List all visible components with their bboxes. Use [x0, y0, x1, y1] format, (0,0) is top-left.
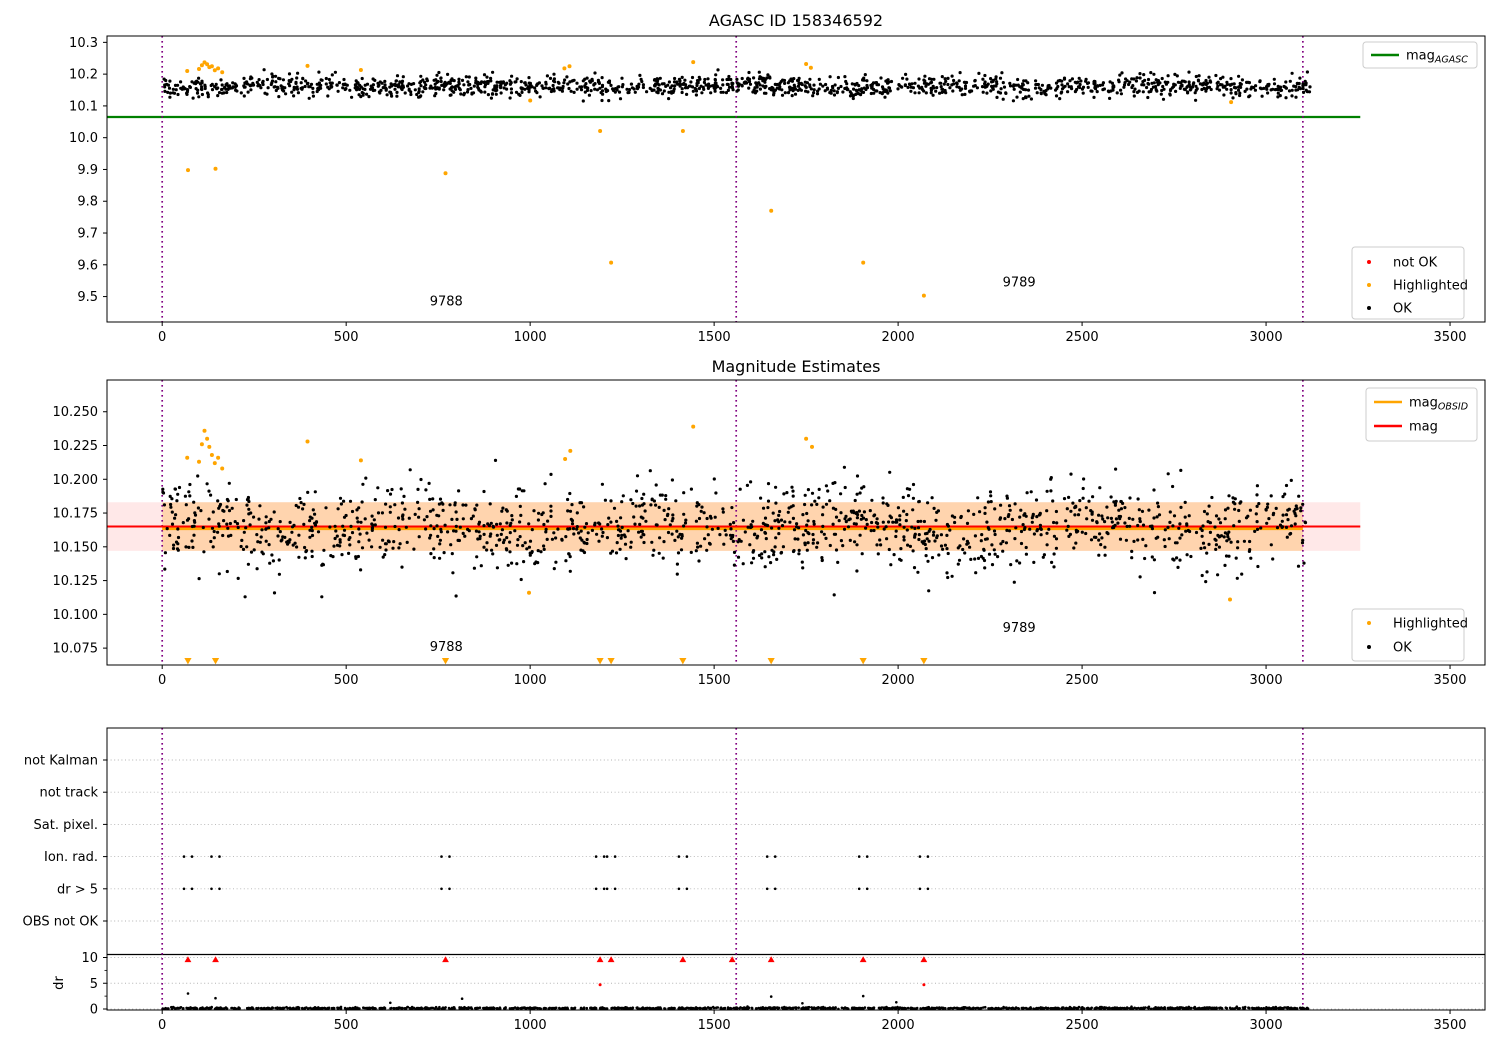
y-tick-label: 10.225 — [53, 439, 99, 454]
x-tick-label: 1000 — [514, 673, 547, 688]
x-tick-label: 3500 — [1433, 673, 1466, 688]
legend: magOBSIDmag — [1365, 387, 1478, 442]
y-tick-label: 9.8 — [77, 195, 98, 210]
legend-marker-sample — [1367, 306, 1371, 310]
y-tick-label: 10.150 — [53, 540, 99, 555]
legend-marker-sample — [1367, 260, 1371, 264]
flag-row-label: not Kalman — [24, 754, 98, 769]
x-tick-label: 1500 — [698, 1018, 731, 1033]
x-tick-label: 2500 — [1066, 673, 1099, 688]
x-tick-label: 500 — [334, 330, 359, 345]
highlighted-points — [185, 60, 1234, 298]
flag-row-label: Ion. rad. — [44, 850, 98, 865]
flag-row-label: not track — [39, 786, 98, 801]
top-panel-title: AGASC ID 158346592 — [709, 11, 883, 30]
legend-label: mag — [1409, 420, 1438, 435]
not-ok-clipped-marker — [596, 956, 604, 963]
legend: Highlighted OK — [1351, 608, 1468, 662]
axes-frame — [106, 727, 1486, 1011]
x-tick-label: 2000 — [882, 330, 915, 345]
panel-magnitude-estimates: 9788 9789 0 500 1000 1500 2000 2500 3000 3500 10.2… — [53, 379, 1486, 688]
dr-tick-label: 5 — [90, 977, 98, 992]
y-tick-label: 10.0 — [69, 131, 98, 146]
y-tick-label: 9.7 — [77, 227, 98, 242]
axes-frame — [106, 35, 1486, 323]
dr-spike-points — [186, 992, 898, 1005]
not-ok-clipped-marker — [859, 956, 867, 963]
legend-marker-sample — [1367, 621, 1371, 625]
figure: 9788 9789 0 500 1000 1500 2000 2500 3000 3500 10.3… — [0, 0, 1500, 1050]
y-tick-label: 10.250 — [53, 405, 99, 420]
x-tick-label: 3000 — [1250, 330, 1283, 345]
clipped-low-marker — [596, 658, 604, 665]
clipped-low-marker — [607, 658, 615, 665]
flag-row-label: Sat. pixel. — [34, 818, 98, 833]
legend-label: OK — [1393, 302, 1412, 317]
y-tick-label: 10.100 — [53, 608, 99, 623]
legend-label: OK — [1393, 641, 1412, 656]
x-tick-label: 3500 — [1433, 1018, 1466, 1033]
obsid-annotation: 9788 — [430, 294, 463, 309]
x-tick-label: 1000 — [514, 1018, 547, 1033]
legend-marker-sample — [1367, 645, 1371, 649]
x-tick-label: 500 — [334, 673, 359, 688]
clipped-low-marker — [184, 658, 192, 665]
flag-row-label: OBS not OK — [23, 915, 99, 930]
dr-tick-label: 0 — [90, 1003, 98, 1018]
x-tick-label: 1500 — [698, 330, 731, 345]
not-ok-clipped-marker — [607, 956, 615, 963]
x-tick-label: 2500 — [1066, 330, 1099, 345]
flag-event-points — [182, 855, 930, 891]
x-tick-label: 3500 — [1433, 330, 1466, 345]
legend: magAGASC — [1362, 41, 1478, 69]
x-tick-label: 3000 — [1250, 1018, 1283, 1033]
y-tick-label: 10.125 — [53, 574, 99, 589]
dr-points — [161, 1005, 1310, 1011]
legend-label: Highlighted — [1393, 279, 1468, 294]
legend-marker-sample — [1367, 283, 1371, 287]
panel-flags-dr: not Kalman not track Sat. pixel. Ion. rad. d… — [23, 727, 1486, 1033]
x-tick-label: 0 — [158, 1018, 166, 1033]
dr-axis-label: dr — [52, 976, 67, 990]
y-tick-label: 9.9 — [77, 163, 98, 178]
x-tick-label: 0 — [158, 330, 166, 345]
plots-svg: 978897890 500 1000 1500 2000 2500 3000 350010.3… — [23, 11, 1486, 1033]
y-tick-label: 10.200 — [53, 473, 99, 488]
y-tick-label: 10.2 — [69, 68, 98, 83]
flag-row-label: dr > 5 — [57, 882, 98, 897]
clipped-low-marker — [859, 658, 867, 665]
not-ok-clipped-marker — [212, 956, 219, 963]
x-tick-label: 2000 — [882, 1018, 915, 1033]
y-tick-label: 9.6 — [77, 258, 98, 273]
x-tick-label: 1000 — [514, 330, 547, 345]
obsid-annotation: 9789 — [1003, 276, 1036, 291]
clipped-low-marker — [767, 658, 775, 665]
obsid-annotation: 9789 — [1003, 621, 1036, 636]
obsid-annotation: 9788 — [430, 640, 463, 655]
not-ok-clipped-marker — [679, 956, 687, 963]
clipped-low-marker — [211, 658, 220, 665]
x-tick-label: 3000 — [1250, 673, 1283, 688]
y-tick-label: 10.175 — [53, 507, 99, 522]
y-tick-label: 10.075 — [53, 642, 99, 657]
y-tick-label: 9.5 — [77, 290, 98, 305]
x-tick-label: 500 — [334, 1018, 359, 1033]
x-tick-label: 2000 — [882, 673, 915, 688]
x-tick-label: 0 — [158, 673, 166, 688]
y-tick-label: 10.1 — [69, 99, 98, 114]
x-tick-label: 1500 — [698, 673, 731, 688]
x-tick-label: 2500 — [1066, 1018, 1099, 1033]
dr-tick-label: 10 — [81, 951, 98, 966]
clipped-low-marker — [920, 658, 928, 665]
not-ok-clipped-marker — [728, 956, 736, 963]
clipped-low-marker — [679, 658, 687, 665]
legend-label: Highlighted — [1393, 617, 1468, 632]
legend-label: not OK — [1393, 256, 1438, 271]
clipped-low-marker — [441, 658, 450, 665]
middle-panel-title: Magnitude Estimates — [712, 357, 881, 376]
y-tick-label: 10.3 — [69, 36, 98, 51]
not-ok-clipped-marker — [442, 956, 449, 963]
panel-agasc-mag: 9788 9789 0 500 1000 1500 2000 2500 3000 3500 10.3… — [69, 35, 1486, 345]
legend: not OK Highlighted OK — [1351, 246, 1468, 320]
